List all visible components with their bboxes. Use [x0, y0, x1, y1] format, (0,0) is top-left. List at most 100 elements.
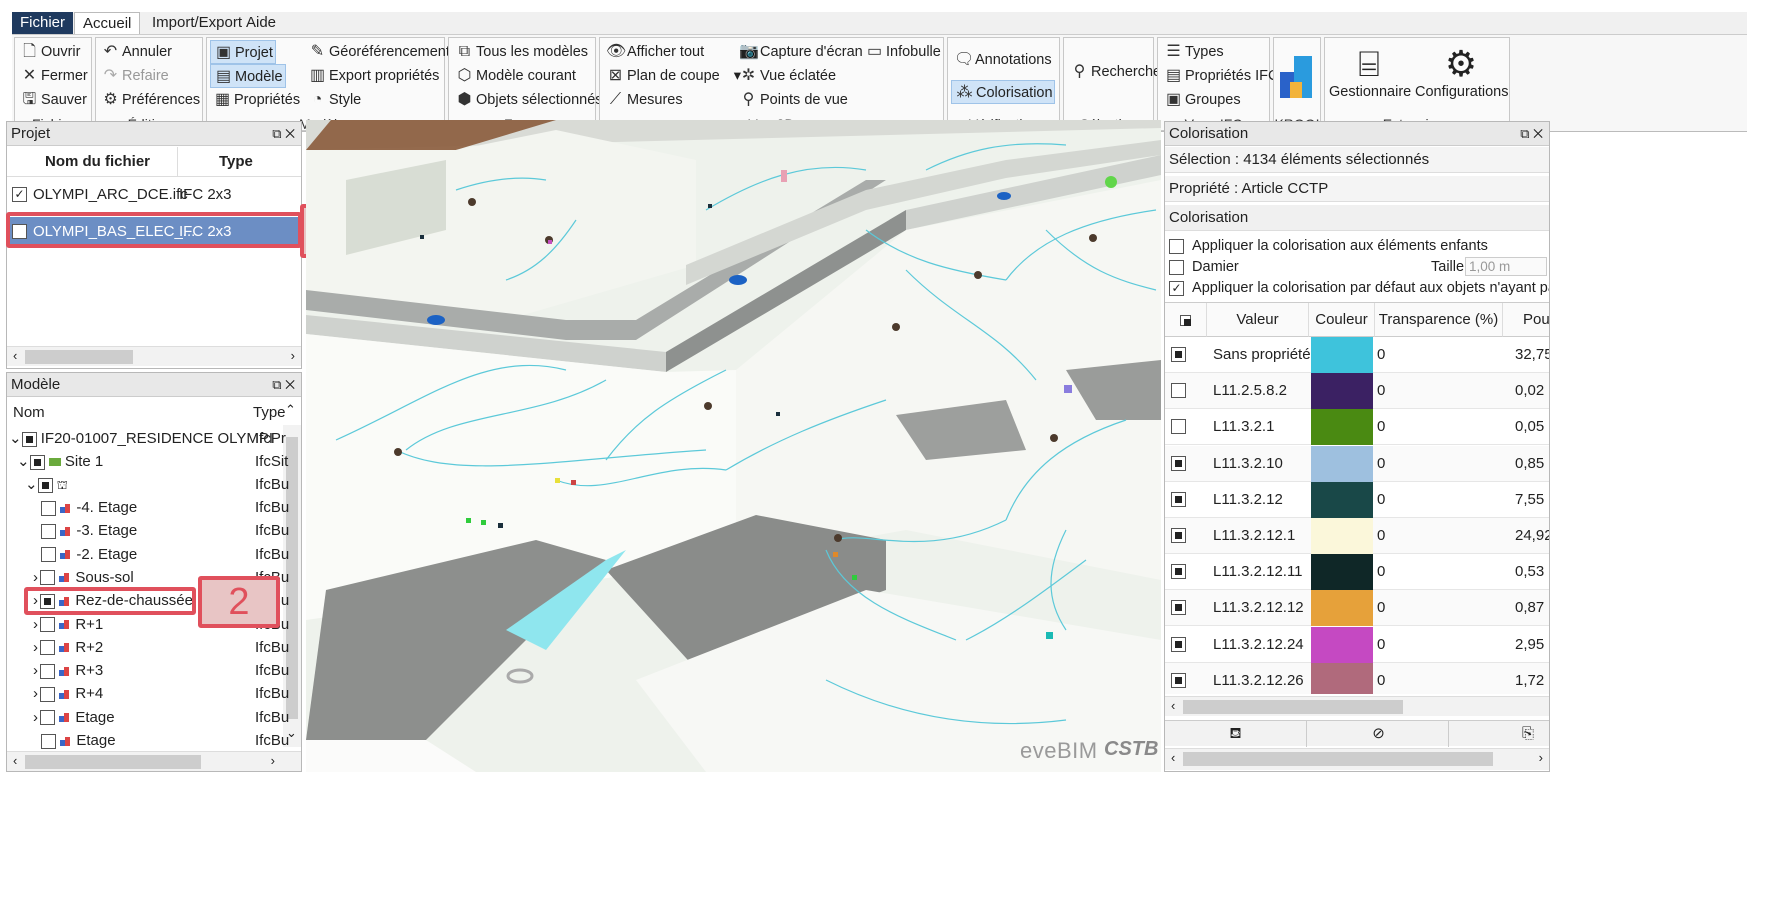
points-de-vue-button[interactable]: ⚲ Points de vue	[736, 88, 848, 112]
scroll-left-icon[interactable]: ‹	[13, 753, 17, 768]
transparence-cell[interactable]: 0	[1377, 482, 1385, 518]
tree-item-storey[interactable]: -2. Etage	[41, 543, 137, 566]
transparence-cell[interactable]: 0	[1377, 518, 1385, 554]
mesures-button[interactable]: ⟋ Mesures	[603, 88, 683, 112]
checkbox[interactable]	[1171, 564, 1186, 580]
col-nom-fichier[interactable]: Nom du fichier	[45, 153, 150, 170]
table-row[interactable]: L11.3.2.10 0 0,85	[1165, 445, 1549, 482]
clear-color-button[interactable]: ⊘	[1309, 721, 1449, 747]
file-row[interactable]: ✓ OLYMPI_ARC_DCE.ifc IFC 2x3	[7, 180, 299, 210]
col-couleur[interactable]: Couleur	[1309, 303, 1375, 337]
transparence-cell[interactable]: 0	[1377, 627, 1385, 663]
menu-fichier[interactable]: Fichier	[12, 12, 74, 34]
col-transparence[interactable]: Transparence (%)	[1375, 303, 1503, 337]
checkbox[interactable]	[40, 663, 55, 679]
tree-item-storey[interactable]: › Etage	[33, 706, 115, 729]
tree-item-storey[interactable]: -3. Etage	[41, 519, 137, 542]
transparence-cell[interactable]: 0	[1377, 373, 1385, 409]
color-swatch[interactable]	[1311, 445, 1373, 482]
types-button[interactable]: ☰ Types	[1161, 40, 1223, 64]
checkbox[interactable]	[29, 454, 45, 470]
checkbox[interactable]	[40, 710, 55, 726]
ouvrir-button[interactable]: 🗋 Ouvrir	[17, 40, 80, 64]
tree-item-storey[interactable]: › R+4	[33, 682, 103, 705]
gestionnaire-button[interactable]: ⌸ Gestionnaire	[1329, 44, 1411, 101]
menu-accueil[interactable]: Accueil	[74, 12, 141, 34]
checkbox[interactable]	[1169, 259, 1184, 275]
col-type[interactable]: Type	[253, 404, 286, 421]
tree-item-building[interactable]: ⌄ ⛫	[25, 473, 68, 496]
objets-selectionnes-button[interactable]: ⬢ Objets sélectionnés	[452, 88, 603, 112]
tree-item-storey[interactable]: › R+2	[33, 636, 103, 659]
menu-import-export[interactable]: Import/Export	[144, 12, 250, 34]
col-valeur[interactable]: Valeur	[1207, 303, 1309, 337]
plan-de-coupe-button[interactable]: ⊠ Plan de coupe ▾	[603, 64, 741, 88]
transparence-cell[interactable]: 0	[1377, 337, 1385, 373]
taille-input[interactable]	[1465, 257, 1547, 276]
scroll-right-icon[interactable]: ›	[1539, 750, 1543, 765]
annotations-button[interactable]: 🗨 Annotations	[951, 48, 1052, 72]
col-toggle[interactable]	[1165, 303, 1207, 337]
horizontal-scrollbar[interactable]: ‹	[1165, 696, 1549, 716]
color-swatch[interactable]	[1311, 590, 1373, 627]
checkbox[interactable]	[1171, 419, 1186, 435]
export-button[interactable]: ⎘	[1513, 721, 1543, 747]
checkbox[interactable]	[1171, 455, 1186, 471]
scroll-thumb[interactable]	[1183, 700, 1403, 714]
color-swatch[interactable]	[1311, 518, 1373, 554]
recherche-button[interactable]: ⚲ Recherche	[1067, 60, 1161, 84]
chevron-right-icon[interactable]: ›	[33, 616, 38, 633]
scroll-thumb[interactable]	[25, 350, 133, 364]
preferences-button[interactable]: ⚙ Préférences	[98, 88, 200, 112]
georeferencement-button[interactable]: ✎ Géoréférencement	[305, 40, 450, 64]
checkbox[interactable]: ✓	[12, 187, 27, 202]
checkbox[interactable]	[1171, 347, 1186, 362]
checkbox[interactable]	[40, 617, 55, 633]
checkbox[interactable]	[1171, 383, 1186, 399]
tous-les-modeles-button[interactable]: ⧉ Tous les modèles	[452, 40, 588, 64]
export-proprietes-button[interactable]: ▥ Export propriétés	[305, 64, 439, 88]
scroll-right-icon[interactable]: ›	[291, 348, 295, 363]
fermer-button[interactable]: ✕ Fermer	[17, 64, 88, 88]
chevron-right-icon[interactable]: ›	[33, 569, 38, 586]
transparence-cell[interactable]: 0	[1377, 590, 1385, 626]
checkbox[interactable]	[40, 570, 55, 586]
groupes-button[interactable]: ▣ Groupes	[1161, 88, 1241, 112]
tree-item-storey[interactable]: Etage	[41, 729, 116, 752]
color-swatch[interactable]	[1311, 409, 1373, 446]
checkbox[interactable]	[1171, 528, 1186, 543]
annuler-button[interactable]: ↶ Annuler	[98, 40, 172, 64]
capture-ecran-button[interactable]: 📷 Capture d'écran	[736, 40, 863, 64]
checkbox[interactable]	[41, 733, 56, 749]
chevron-right-icon[interactable]: ›	[33, 639, 38, 656]
panel-horizontal-scrollbar[interactable]: ‹ ›	[1165, 748, 1549, 770]
3d-viewport[interactable]: eveBIM CSTB	[306, 120, 1161, 772]
checkbox[interactable]	[1171, 600, 1186, 616]
color-swatch[interactable]	[1311, 626, 1373, 663]
option-defaut[interactable]: ✓ Appliquer la colorisation par défaut a…	[1169, 277, 1549, 299]
checkbox[interactable]	[41, 500, 56, 516]
scroll-thumb[interactable]	[1183, 752, 1493, 766]
style-button[interactable]: ◔ Style	[305, 88, 362, 112]
proprietes-button[interactable]: ▦ Propriétés	[210, 88, 300, 112]
tree-item-storey[interactable]: › R+3	[33, 659, 103, 682]
checkbox[interactable]	[1180, 314, 1191, 326]
scroll-right-icon[interactable]: ›	[271, 753, 275, 768]
scroll-left-icon[interactable]: ‹	[1171, 750, 1175, 765]
checkbox[interactable]: ✓	[1169, 280, 1184, 296]
refaire-button[interactable]: ↷ Refaire	[98, 64, 169, 88]
infobulle-button[interactable]: ▭ Infobulle	[862, 40, 941, 64]
horizontal-scrollbar[interactable]: ‹ ›	[7, 751, 301, 771]
table-row[interactable]: L11.3.2.12 0 7,55	[1165, 481, 1549, 518]
checkbox[interactable]	[1169, 238, 1184, 254]
scroll-up-icon[interactable]: ⌃	[285, 402, 296, 418]
scroll-thumb[interactable]	[25, 755, 201, 769]
table-row[interactable]: L11.2.5.8.2 0 0,02	[1165, 373, 1549, 410]
modele-button[interactable]: ▤ Modèle	[210, 64, 286, 88]
panel-controls[interactable]: ⧉ ✕	[272, 122, 295, 146]
horizontal-scrollbar[interactable]: ‹ ›	[7, 346, 301, 366]
scroll-left-icon[interactable]: ‹	[1171, 698, 1175, 713]
vue-eclatee-button[interactable]: ✲ Vue éclatée	[736, 64, 836, 88]
sauver-button[interactable]: 🖫 Sauver	[17, 88, 87, 112]
transparence-cell[interactable]: 0	[1377, 409, 1385, 445]
